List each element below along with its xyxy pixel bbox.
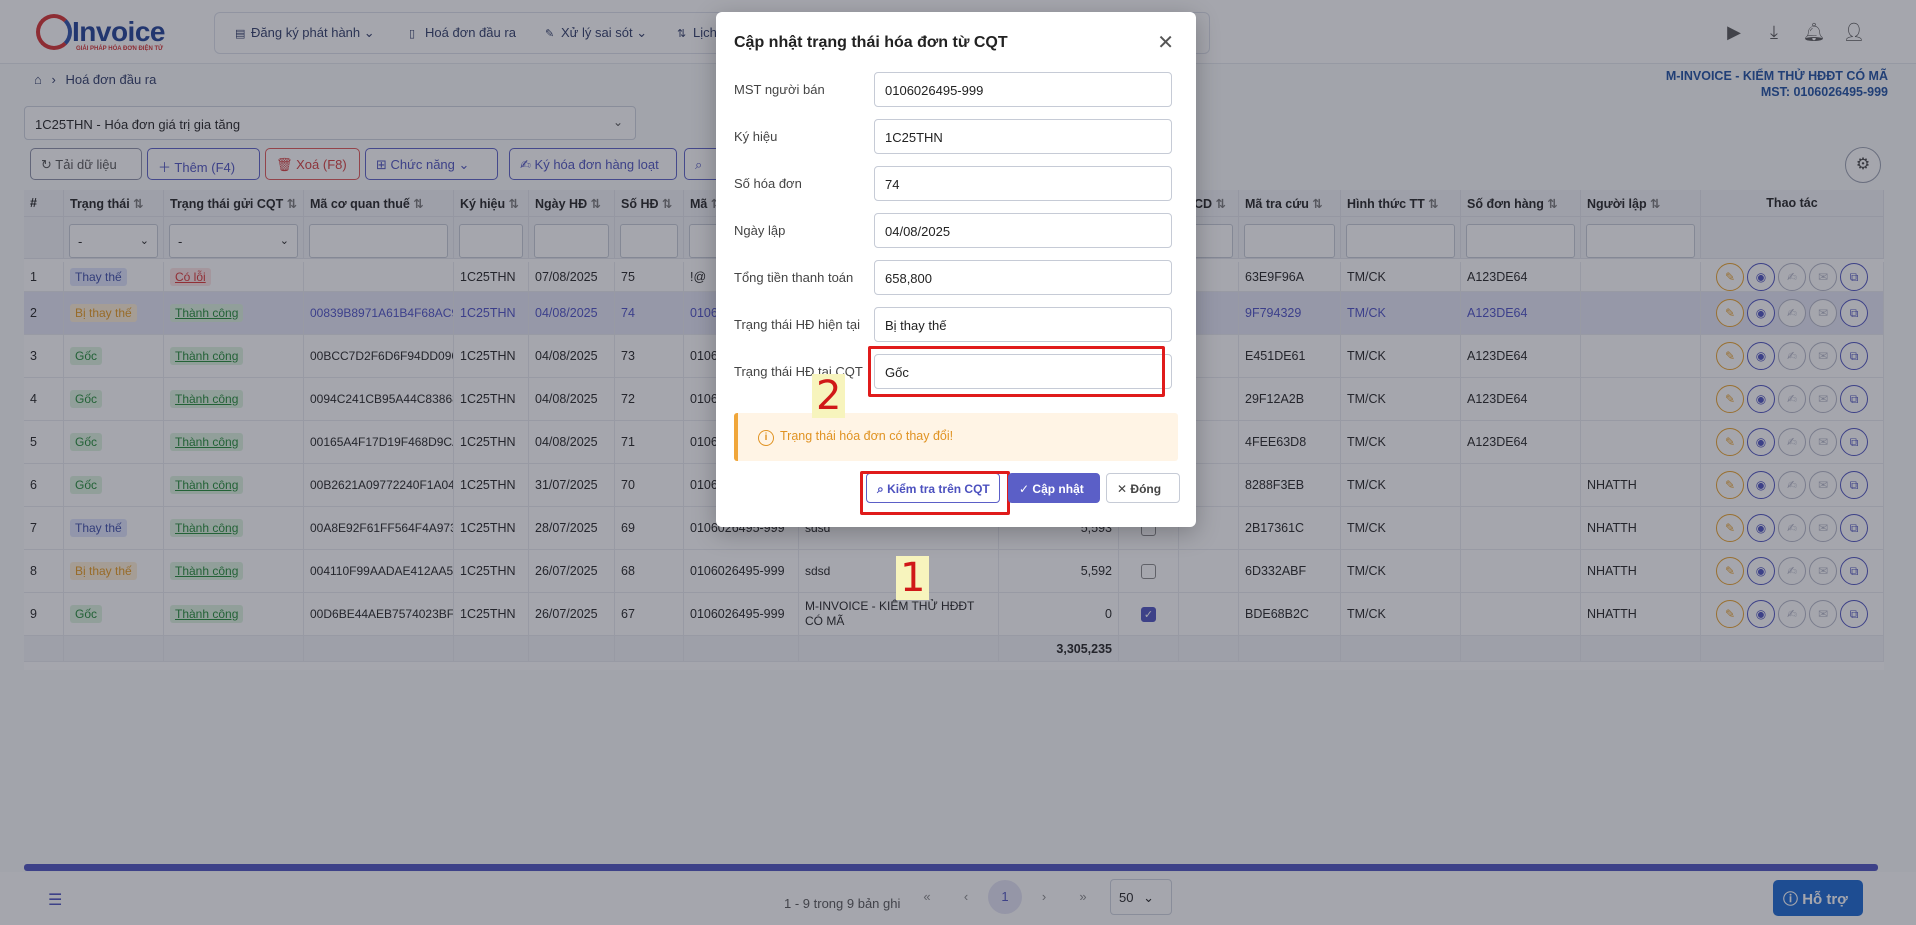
highlight-box-check-button [860,471,1010,515]
check-icon: ✓ [1019,482,1030,496]
close-button[interactable]: ✕ Đóng [1106,473,1180,503]
warning-text: Trạng thái hóa đơn có thay đổi! [780,429,954,443]
field-input[interactable]: 04/08/2025 [874,213,1172,248]
update-status-modal: Cập nhật trạng thái hóa đơn từ CQT ✕ MST… [716,12,1196,527]
field-label: Trạng thái HĐ hiện tại [734,317,860,332]
highlight-box-status-cqt [868,346,1165,397]
annotation-marker-2: 2 [812,374,846,418]
field-label: Số hóa đơn [734,176,802,191]
modal-title: Cập nhật trạng thái hóa đơn từ CQT [734,34,1008,51]
info-icon: i [758,430,774,446]
field-input[interactable]: Bị thay thế [874,307,1172,342]
field-input[interactable]: 74 [874,166,1172,201]
close-label: Đóng [1130,482,1162,496]
update-button[interactable]: ✓ Cập nhật [1008,473,1100,503]
update-label: Cập nhật [1032,482,1084,496]
field-label: MST người bán [734,82,825,97]
field-input[interactable]: 1C25THN [874,119,1172,154]
annotation-marker-1: 1 [896,556,930,600]
field-input[interactable]: 658,800 [874,260,1172,295]
warning-alert: i Trạng thái hóa đơn có thay đổi! [734,413,1178,461]
field-label: Tổng tiền thanh toán [734,270,854,285]
field-input[interactable]: 0106026495-999 [874,72,1172,107]
field-label: Ký hiệu [734,129,778,144]
field-label: Ngày lập [734,223,786,238]
close-icon[interactable]: ✕ [1157,30,1174,55]
x-icon: ✕ [1117,482,1128,496]
